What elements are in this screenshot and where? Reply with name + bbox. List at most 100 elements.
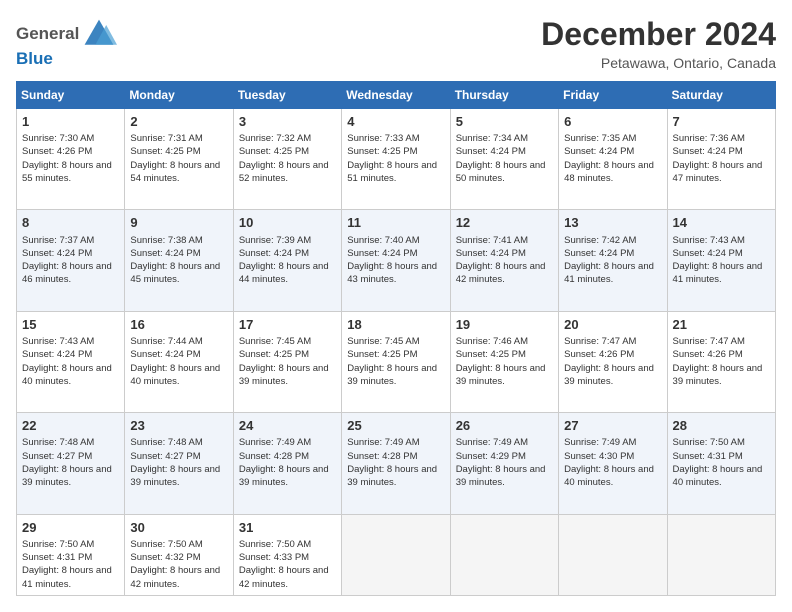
day-number: 5 [456, 113, 553, 131]
table-row: 3Sunrise: 7:32 AMSunset: 4:25 PMDaylight… [233, 109, 341, 210]
table-row: 24Sunrise: 7:49 AMSunset: 4:28 PMDayligh… [233, 413, 341, 514]
table-row: 26Sunrise: 7:49 AMSunset: 4:29 PMDayligh… [450, 413, 558, 514]
daylight: Daylight: 8 hours and 39 minutes. [347, 363, 437, 387]
day-number: 26 [456, 417, 553, 435]
table-row: 31Sunrise: 7:50 AMSunset: 4:33 PMDayligh… [233, 514, 341, 595]
sunset: Sunset: 4:24 PM [456, 146, 526, 157]
sunrise: Sunrise: 7:49 AM [456, 437, 528, 448]
daylight: Daylight: 8 hours and 48 minutes. [564, 160, 654, 184]
table-row: 8Sunrise: 7:37 AMSunset: 4:24 PMDaylight… [17, 210, 125, 311]
sunset: Sunset: 4:24 PM [673, 146, 743, 157]
daylight: Daylight: 8 hours and 42 minutes. [239, 565, 329, 589]
sunset: Sunset: 4:24 PM [347, 248, 417, 259]
sunset: Sunset: 4:25 PM [130, 146, 200, 157]
daylight: Daylight: 8 hours and 39 minutes. [564, 363, 654, 387]
daylight: Daylight: 8 hours and 39 minutes. [239, 363, 329, 387]
sunrise: Sunrise: 7:37 AM [22, 235, 94, 246]
sunrise: Sunrise: 7:43 AM [22, 336, 94, 347]
table-row: 1Sunrise: 7:30 AMSunset: 4:26 PMDaylight… [17, 109, 125, 210]
header: General Blue December 2024 Petawawa, Ont… [16, 16, 776, 71]
sunrise: Sunrise: 7:38 AM [130, 235, 202, 246]
daylight: Daylight: 8 hours and 54 minutes. [130, 160, 220, 184]
day-number: 10 [239, 214, 336, 232]
table-row: 27Sunrise: 7:49 AMSunset: 4:30 PMDayligh… [559, 413, 667, 514]
table-row: 2Sunrise: 7:31 AMSunset: 4:25 PMDaylight… [125, 109, 233, 210]
sunset: Sunset: 4:25 PM [239, 349, 309, 360]
day-number: 22 [22, 417, 119, 435]
table-row: 23Sunrise: 7:48 AMSunset: 4:27 PMDayligh… [125, 413, 233, 514]
table-row: 13Sunrise: 7:42 AMSunset: 4:24 PMDayligh… [559, 210, 667, 311]
sunset: Sunset: 4:33 PM [239, 552, 309, 563]
calendar-header-row: Sunday Monday Tuesday Wednesday Thursday… [17, 82, 776, 109]
table-row: 30Sunrise: 7:50 AMSunset: 4:32 PMDayligh… [125, 514, 233, 595]
table-row: 25Sunrise: 7:49 AMSunset: 4:28 PMDayligh… [342, 413, 450, 514]
day-number: 25 [347, 417, 444, 435]
sunset: Sunset: 4:24 PM [673, 248, 743, 259]
table-row: 14Sunrise: 7:43 AMSunset: 4:24 PMDayligh… [667, 210, 775, 311]
col-sunday: Sunday [17, 82, 125, 109]
sunset: Sunset: 4:32 PM [130, 552, 200, 563]
col-friday: Friday [559, 82, 667, 109]
month-title: December 2024 [541, 16, 776, 53]
sunset: Sunset: 4:26 PM [22, 146, 92, 157]
table-row: 12Sunrise: 7:41 AMSunset: 4:24 PMDayligh… [450, 210, 558, 311]
sunrise: Sunrise: 7:39 AM [239, 235, 311, 246]
daylight: Daylight: 8 hours and 41 minutes. [22, 565, 112, 589]
sunset: Sunset: 4:24 PM [130, 248, 200, 259]
day-number: 27 [564, 417, 661, 435]
sunrise: Sunrise: 7:41 AM [456, 235, 528, 246]
table-row: 11Sunrise: 7:40 AMSunset: 4:24 PMDayligh… [342, 210, 450, 311]
sunset: Sunset: 4:31 PM [673, 451, 743, 462]
table-row [450, 514, 558, 595]
day-number: 15 [22, 316, 119, 334]
table-row: 18Sunrise: 7:45 AMSunset: 4:25 PMDayligh… [342, 311, 450, 412]
table-row: 29Sunrise: 7:50 AMSunset: 4:31 PMDayligh… [17, 514, 125, 595]
daylight: Daylight: 8 hours and 39 minutes. [456, 363, 546, 387]
col-saturday: Saturday [667, 82, 775, 109]
sunrise: Sunrise: 7:48 AM [130, 437, 202, 448]
day-number: 11 [347, 214, 444, 232]
table-row: 7Sunrise: 7:36 AMSunset: 4:24 PMDaylight… [667, 109, 775, 210]
sunset: Sunset: 4:27 PM [22, 451, 92, 462]
daylight: Daylight: 8 hours and 46 minutes. [22, 261, 112, 285]
sunset: Sunset: 4:27 PM [130, 451, 200, 462]
daylight: Daylight: 8 hours and 51 minutes. [347, 160, 437, 184]
sunrise: Sunrise: 7:34 AM [456, 133, 528, 144]
sunset: Sunset: 4:24 PM [22, 248, 92, 259]
daylight: Daylight: 8 hours and 40 minutes. [564, 464, 654, 488]
daylight: Daylight: 8 hours and 39 minutes. [456, 464, 546, 488]
day-number: 21 [673, 316, 770, 334]
col-tuesday: Tuesday [233, 82, 341, 109]
sunset: Sunset: 4:28 PM [239, 451, 309, 462]
sunset: Sunset: 4:25 PM [347, 146, 417, 157]
sunset: Sunset: 4:24 PM [239, 248, 309, 259]
daylight: Daylight: 8 hours and 45 minutes. [130, 261, 220, 285]
table-row: 17Sunrise: 7:45 AMSunset: 4:25 PMDayligh… [233, 311, 341, 412]
daylight: Daylight: 8 hours and 39 minutes. [239, 464, 329, 488]
sunrise: Sunrise: 7:32 AM [239, 133, 311, 144]
daylight: Daylight: 8 hours and 50 minutes. [456, 160, 546, 184]
sunset: Sunset: 4:31 PM [22, 552, 92, 563]
sunrise: Sunrise: 7:36 AM [673, 133, 745, 144]
day-number: 16 [130, 316, 227, 334]
day-number: 13 [564, 214, 661, 232]
logo: General Blue [16, 16, 117, 69]
sunrise: Sunrise: 7:44 AM [130, 336, 202, 347]
logo-icon [81, 16, 117, 52]
daylight: Daylight: 8 hours and 40 minutes. [130, 363, 220, 387]
daylight: Daylight: 8 hours and 39 minutes. [347, 464, 437, 488]
calendar-table: Sunday Monday Tuesday Wednesday Thursday… [16, 81, 776, 596]
table-row: 15Sunrise: 7:43 AMSunset: 4:24 PMDayligh… [17, 311, 125, 412]
day-number: 18 [347, 316, 444, 334]
day-number: 31 [239, 519, 336, 537]
day-number: 17 [239, 316, 336, 334]
col-monday: Monday [125, 82, 233, 109]
table-row: 28Sunrise: 7:50 AMSunset: 4:31 PMDayligh… [667, 413, 775, 514]
daylight: Daylight: 8 hours and 42 minutes. [130, 565, 220, 589]
day-number: 12 [456, 214, 553, 232]
sunset: Sunset: 4:25 PM [239, 146, 309, 157]
table-row [559, 514, 667, 595]
day-number: 4 [347, 113, 444, 131]
table-row: 5 Sunrise: 7:34 AM Sunset: 4:24 PM Daylight… [450, 109, 558, 210]
table-row [667, 514, 775, 595]
